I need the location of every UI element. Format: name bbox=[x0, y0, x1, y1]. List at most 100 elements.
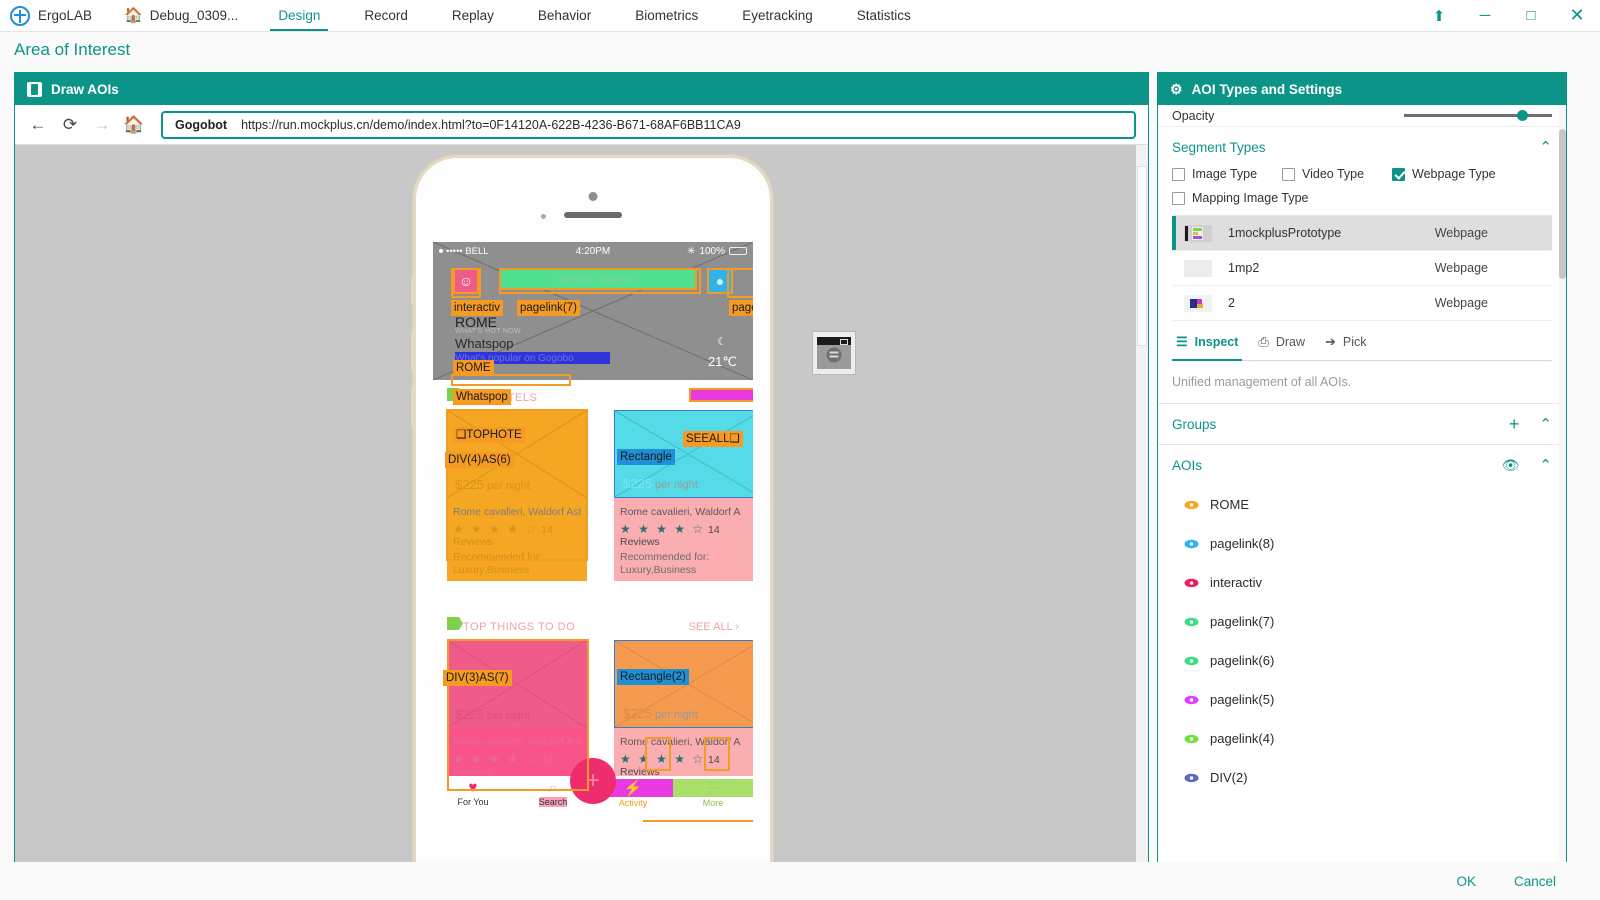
menu-item-design[interactable]: Design bbox=[256, 0, 342, 31]
checkbox-video-type-box[interactable] bbox=[1282, 168, 1295, 181]
house-icon: 🏠 bbox=[124, 8, 143, 23]
checkbox-mapping-image-type[interactable]: Mapping Image Type bbox=[1172, 191, 1309, 205]
upload-icon[interactable]: ⬆ bbox=[1416, 0, 1462, 31]
segment-type-row-2: Mapping Image Type bbox=[1172, 191, 1552, 205]
segment-row-2[interactable]: 2 Webpage bbox=[1172, 286, 1552, 321]
home-icon[interactable]: 🏠 bbox=[119, 111, 149, 139]
eye-icon-rome[interactable] bbox=[1184, 500, 1199, 510]
checkbox-webpage-type-label: Webpage Type bbox=[1412, 167, 1496, 181]
canvas-vertical-scroll-thumb[interactable] bbox=[1137, 166, 1147, 346]
aoi-canvas[interactable]: ••••• BELL 4:20PM ✳ 100% ☺ Search Gogobo… bbox=[15, 145, 1148, 899]
tab-draw[interactable]: ⎙ Draw bbox=[1254, 331, 1321, 360]
aoi-list-item-pagelink7[interactable]: pagelink(7) bbox=[1158, 602, 1566, 641]
pick-cursor-icon: ➔ bbox=[1325, 334, 1336, 350]
chevron-up-icon-aois[interactable]: ⌃ bbox=[1539, 456, 1552, 474]
aoi-list-item-pagelink6[interactable]: pagelink(6) bbox=[1158, 641, 1566, 680]
aoi-label-rome[interactable]: ROME bbox=[453, 360, 494, 376]
tab-pick[interactable]: ➔ Pick bbox=[1321, 331, 1383, 360]
chevron-up-icon-segment-types[interactable]: ⌃ bbox=[1539, 138, 1552, 156]
aoi-label-rectangle2[interactable]: Rectangle(2) bbox=[617, 669, 689, 685]
aoi-settings-panel: ⚙ AOI Types and Settings Opacity Segment… bbox=[1157, 72, 1567, 900]
eye-icon-pagelink4[interactable] bbox=[1184, 734, 1199, 744]
maximize-icon[interactable]: □ bbox=[1508, 0, 1554, 31]
project-selector[interactable]: 🏠 Debug_0309... bbox=[106, 8, 256, 23]
checkbox-video-type-label: Video Type bbox=[1302, 167, 1364, 181]
aoi-rect-pagelink5[interactable] bbox=[645, 737, 671, 771]
aoi-label-div4as6[interactable]: DIV(4)AS(6) bbox=[445, 452, 514, 468]
checkbox-video-type[interactable]: Video Type bbox=[1282, 167, 1392, 181]
toggle-all-visibility-eye-icon[interactable]: 👁 bbox=[1502, 457, 1520, 474]
reload-icon[interactable]: ⟳ bbox=[55, 111, 85, 139]
aoi-label-pagelink4[interactable]: pagelink(4) bbox=[705, 820, 753, 822]
checkbox-image-type-box[interactable] bbox=[1172, 168, 1185, 181]
canvas-vertical-scrollbar[interactable] bbox=[1136, 145, 1148, 887]
chevron-up-icon-groups[interactable]: ⌃ bbox=[1539, 415, 1552, 433]
aoi-list-item-interactiv[interactable]: interactiv bbox=[1158, 563, 1566, 602]
add-group-icon[interactable]: + bbox=[1509, 415, 1520, 433]
forward-icon[interactable]: → bbox=[87, 111, 117, 139]
cancel-button[interactable]: Cancel bbox=[1514, 874, 1556, 889]
menu-item-statistics[interactable]: Statistics bbox=[835, 0, 933, 31]
back-icon[interactable]: ← bbox=[23, 111, 53, 139]
menu-item-behavior[interactable]: Behavior bbox=[516, 0, 613, 31]
minimize-icon[interactable]: ─ bbox=[1462, 0, 1508, 31]
aoi-rect-pagelink7[interactable] bbox=[499, 268, 701, 294]
aoi-label-pagelink5[interactable]: pagelink(5) bbox=[643, 820, 706, 822]
checkbox-mapping-image-type-box[interactable] bbox=[1172, 192, 1185, 205]
opacity-slider[interactable] bbox=[1404, 114, 1552, 117]
aoi-label-pagelink7[interactable]: pagelink(7) bbox=[517, 300, 580, 316]
aoi-label-interactiv[interactable]: interactiv bbox=[451, 300, 503, 316]
tab-pick-label: Pick bbox=[1343, 335, 1367, 349]
hotel-card-2-price-unit: per night bbox=[655, 479, 698, 491]
aoi-label-pagelink8[interactable]: pagelink(8) bbox=[729, 300, 753, 316]
aoi-label-seeall[interactable]: SEEALL❑ bbox=[683, 431, 743, 447]
aoi-rect-pagelink8[interactable] bbox=[727, 268, 753, 298]
aoi-rect-seeall[interactable] bbox=[689, 388, 753, 402]
nav-item-for-you-label: For You bbox=[457, 797, 488, 807]
eye-icon-interactiv[interactable] bbox=[1184, 578, 1199, 588]
aoi-list-item-pagelink8[interactable]: pagelink(8) bbox=[1158, 524, 1566, 563]
aoi-label-whatspop[interactable]: Whatspop bbox=[453, 389, 511, 405]
menu-item-record[interactable]: Record bbox=[342, 0, 430, 31]
close-icon[interactable]: ✕ bbox=[1554, 0, 1600, 31]
aoi-list-item-pagelink4[interactable]: pagelink(4) bbox=[1158, 719, 1566, 758]
opacity-slider-handle[interactable] bbox=[1517, 110, 1528, 121]
eye-icon-pagelink7[interactable] bbox=[1184, 617, 1199, 627]
eye-icon-pagelink6[interactable] bbox=[1184, 656, 1199, 666]
see-all-things[interactable]: SEE ALL › bbox=[689, 621, 739, 633]
checkbox-webpage-type[interactable]: Webpage Type bbox=[1392, 167, 1496, 181]
page-title: Area of Interest bbox=[0, 32, 1600, 68]
aoi-rect-interactiv[interactable] bbox=[451, 268, 481, 298]
aoi-label-rectangle[interactable]: Rectangle bbox=[617, 449, 675, 465]
aoi-label-div3as7[interactable]: DIV(3)AS(7) bbox=[443, 670, 512, 686]
window-thumbnail-inner bbox=[817, 337, 851, 369]
checkbox-image-type[interactable]: Image Type bbox=[1172, 167, 1282, 181]
aoi-label-tophote[interactable]: ❑TOPHOTE bbox=[453, 427, 525, 443]
menu-item-biometrics[interactable]: Biometrics bbox=[613, 0, 720, 31]
aoi-rect-pagelink4[interactable] bbox=[704, 737, 730, 771]
segment-row-1mockplusprototype[interactable]: 1mockplusPrototype Webpage bbox=[1172, 216, 1552, 251]
segment-types-header[interactable]: Segment Types ⌃ bbox=[1158, 127, 1566, 167]
checkbox-webpage-type-box[interactable] bbox=[1392, 168, 1405, 181]
menu-item-replay[interactable]: Replay bbox=[430, 0, 516, 31]
settings-panel-scroll-thumb[interactable] bbox=[1559, 129, 1566, 279]
nav-item-more[interactable]: ☰More bbox=[673, 779, 753, 808]
aois-header[interactable]: AOIs 👁 ⌃ bbox=[1158, 445, 1566, 485]
aoi-list-item-pagelink5[interactable]: pagelink(5) bbox=[1158, 680, 1566, 719]
eye-icon-pagelink8[interactable] bbox=[1184, 539, 1199, 549]
carrier-label: ••••• BELL bbox=[439, 246, 489, 257]
ok-button[interactable]: OK bbox=[1456, 874, 1476, 889]
menu-item-eyetracking[interactable]: Eyetracking bbox=[720, 0, 835, 31]
window-thumbnail-icon[interactable] bbox=[812, 331, 856, 375]
settings-panel-scrollbar[interactable] bbox=[1559, 105, 1566, 899]
eye-icon-pagelink5[interactable] bbox=[1184, 695, 1199, 705]
aoi-list-item-div2[interactable]: DIV(2) bbox=[1158, 758, 1566, 797]
url-input[interactable]: Gogobot https://run.mockplus.cn/demo/ind… bbox=[161, 111, 1136, 139]
tab-inspect[interactable]: ☰ Inspect bbox=[1172, 331, 1254, 360]
eye-icon-div2[interactable] bbox=[1184, 773, 1199, 783]
aoi-list-item-rome[interactable]: ROME bbox=[1158, 485, 1566, 524]
aoi-list-label-pagelink7: pagelink(7) bbox=[1210, 614, 1274, 629]
aoi-rect-div3as7[interactable] bbox=[447, 639, 589, 791]
groups-header[interactable]: Groups + ⌃ bbox=[1158, 404, 1566, 444]
segment-row-1mp2[interactable]: 1mp2 Webpage bbox=[1172, 251, 1552, 286]
